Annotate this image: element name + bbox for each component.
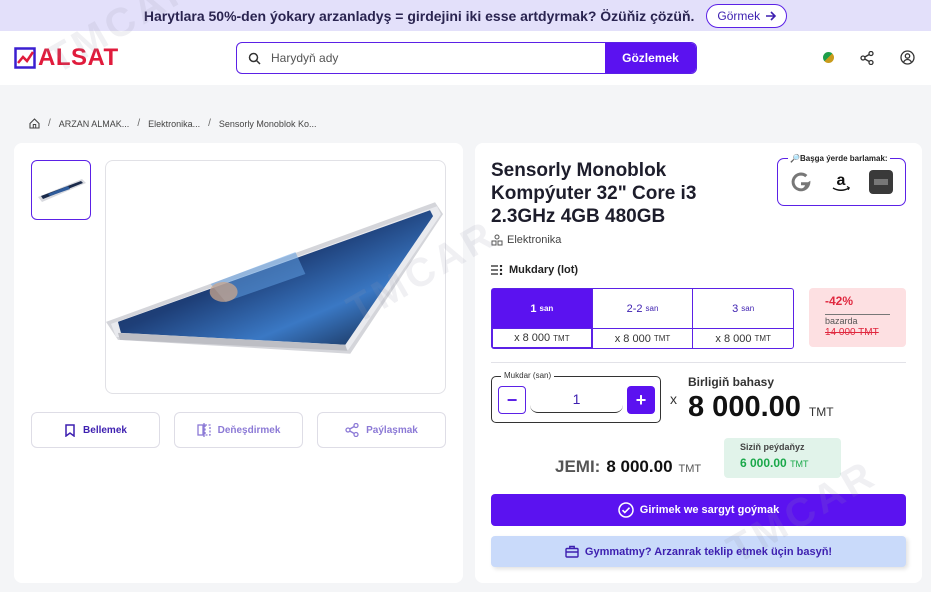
compare-button[interactable]: Deňeşdirmek [174,412,303,448]
share-icon[interactable] [860,50,874,65]
promo-banner: Harytlara 50%-den ýokary arzanladyş = gi… [0,0,931,31]
offer-button-label: Gymmatmy? Arzanrak teklip etmek üçin bas… [584,545,833,558]
amazon-icon[interactable]: a [828,169,854,195]
decrement-button[interactable]: − [498,386,526,414]
promo-banner-text: Harytlara 50%-den ýokary arzanladyş = gi… [143,7,695,24]
search-icon [237,52,271,65]
top-header: ALSAT Gözlemek [0,31,931,85]
compare-label: Deňeşdirmek [217,424,281,436]
breadcrumb-current: Sensorly Monoblok Ko... [218,118,317,129]
breadcrumb: / ARZAN ALMAK... / Elektronika... / Sens… [29,118,316,129]
lot-currency: TMT [754,334,771,344]
breadcrumb-item[interactable]: Elektronika... [148,119,200,129]
lot-unit: san [539,304,554,314]
alsat-logo[interactable]: ALSAT [14,44,119,72]
divider [491,362,906,363]
quantity-lot-label: Mukdary (lot) [509,264,579,276]
google-icon[interactable] [788,169,814,195]
lot-price: x 8 000 [614,332,651,345]
lot-option[interactable]: 3 san x 8 000 TMT [693,289,794,348]
discount-percent: -42% [825,294,854,308]
total-price: JEMI: 8 000.00 TMT [555,457,701,477]
lot-qty: 1 [530,302,537,315]
product-info-card: Sensorly Monoblok Kompýuter 32" Core i3 … [475,143,922,583]
lot-currency: TMT [553,333,570,343]
market-old-price: 14 000 TMT [825,327,879,338]
market-price-label: bazarda [825,314,890,326]
product-main-image[interactable] [105,160,446,394]
lot-price: x 8 000 [715,332,752,345]
login-order-button[interactable]: Girimek we sargyt goýmak [491,494,906,526]
search-bar: Gözlemek [236,42,697,74]
bookmark-button[interactable]: Bellemek [31,412,160,448]
filter-list-icon [491,265,503,275]
promo-view-button[interactable]: Görmek [706,3,788,28]
product-title: Sensorly Monoblok Kompýuter 32" Core i3 … [491,160,697,227]
bookmark-icon [65,423,75,437]
breadcrumb-separator: / [48,118,51,129]
lot-unit: san [741,304,755,314]
lot-qty: 2-2 [626,302,643,315]
breadcrumb-separator: / [137,118,141,129]
chart-logo-icon [14,47,36,69]
unit-price-value: 8 000.00 [688,391,801,423]
lot-selector: 1 san x 8 000 TMT 2-2 san x 8 000 TMT 3 san x… [491,288,794,349]
category-icon [491,234,503,246]
search-input[interactable] [271,51,605,65]
unit-price-currency: TMT [808,405,834,419]
share-button[interactable]: Paýlaşmak [317,412,446,448]
product-category[interactable]: Elektronika [491,234,561,246]
lot-qty: 3 [732,302,739,315]
make-offer-button[interactable]: Gymmatmy? Arzanrak teklip etmek üçin bas… [491,536,906,567]
breadcrumb-separator: / [208,118,211,129]
total-value: 8 000.00 [606,457,673,476]
savings-amount: 6 000.00 TMT [740,456,825,470]
external-search-label: 🔎Başga ýerde barlamak: [788,154,890,163]
share-label: Paýlaşmak [366,424,418,436]
product-thumbnail[interactable] [31,160,91,220]
savings-box: Siziň peýdaňyz 6 000.00 TMT [724,438,841,478]
logo-text: ALSAT [38,44,119,71]
lot-option[interactable]: 2-2 san x 8 000 TMT [592,289,694,348]
arrow-right-icon [766,10,777,21]
breadcrumb-item[interactable]: ARZAN ALMAK... [59,119,130,129]
quantity-stepper: Mukdar (san) − 1 + [491,371,661,423]
discount-badge: -42% bazarda 14 000 TMT [809,288,906,347]
lot-price: x 8 000 [514,332,551,345]
stepper-label: Mukdar (san) [501,371,555,380]
check-circle-icon [618,502,634,518]
home-icon[interactable] [29,118,40,129]
increment-button[interactable]: + [627,386,655,414]
promo-view-label: Görmek [717,8,761,23]
search-button[interactable]: Gözlemek [605,43,696,73]
unit-price: 8 000.00 TMT [688,391,834,424]
lot-option[interactable]: 1 san x 8 000 TMT [492,289,593,348]
share-icon [345,423,359,437]
savings-label: Siziň peýdaňyz [740,442,805,452]
external-search-box: 🔎Başga ýerde barlamak: a [777,154,906,206]
savings-value: 6 000.00 [740,456,787,470]
compare-icon [196,423,211,437]
language-flag-icon[interactable] [823,52,834,63]
total-label: JEMI: [555,457,601,476]
briefcase-icon [565,545,579,558]
multiply-sign: x [670,391,677,407]
lot-unit: san [645,304,659,314]
header-icons [823,50,915,65]
bookmark-label: Bellemek [83,424,127,436]
quantity-lot-heading: Mukdary (lot) [491,264,578,276]
lot-currency: TMT [653,334,671,344]
order-button-label: Girimek we sargyt goýmak [639,504,780,516]
unit-price-label: Birligiň bahasy [688,375,775,389]
savings-currency: TMT [790,459,809,469]
svg-text:a: a [837,172,846,189]
total-currency: TMT [678,463,702,475]
category-label: Elektronika [507,234,562,246]
marketplace-icon[interactable] [868,169,894,195]
quantity-input[interactable]: 1 [530,388,623,413]
gallery-card: Bellemek Deňeşdirmek Paýlaşmak [14,143,463,583]
user-account-icon[interactable] [900,50,915,65]
